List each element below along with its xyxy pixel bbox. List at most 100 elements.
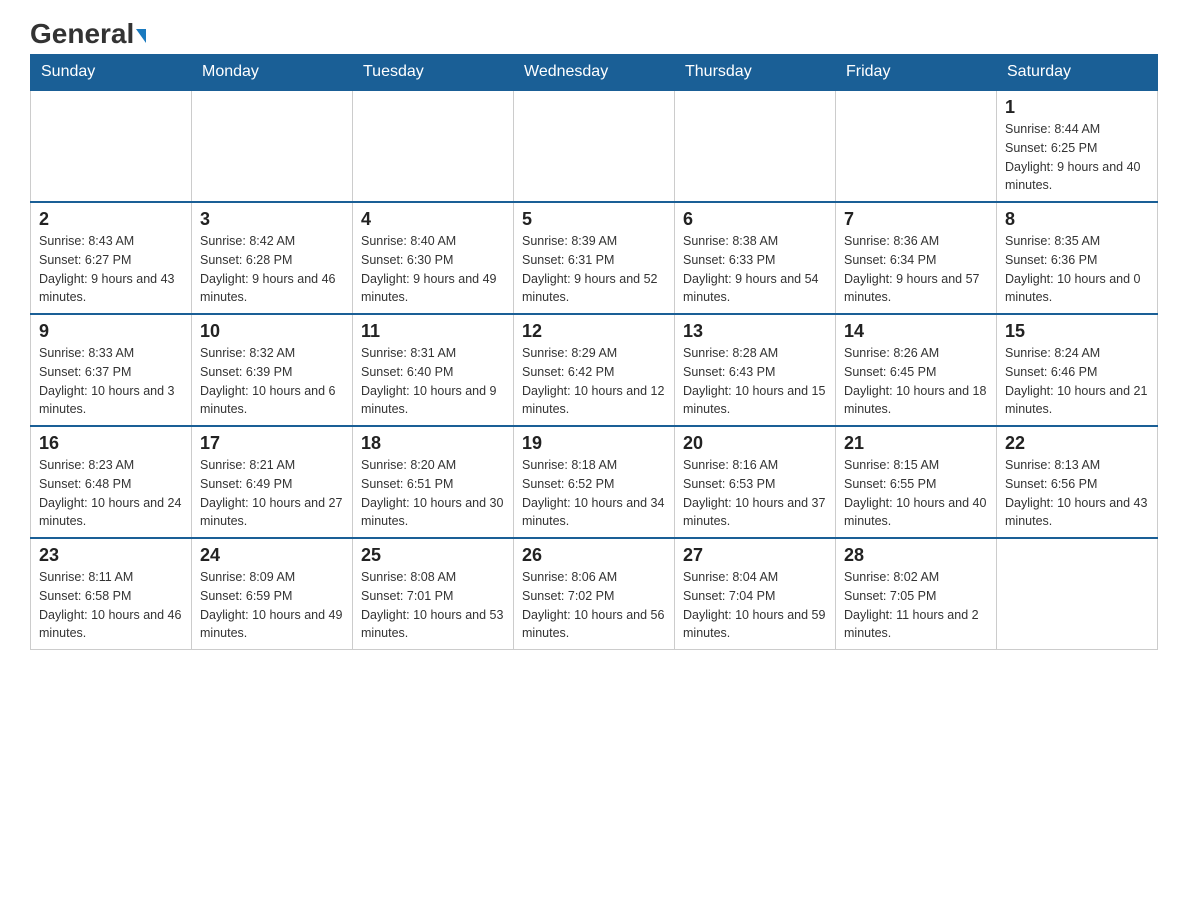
day-number: 18 <box>361 433 505 454</box>
week-row-4: 16Sunrise: 8:23 AMSunset: 6:48 PMDayligh… <box>31 426 1158 538</box>
weekday-header-row: SundayMondayTuesdayWednesdayThursdayFrid… <box>31 55 1158 91</box>
day-number: 11 <box>361 321 505 342</box>
day-info: Sunrise: 8:16 AMSunset: 6:53 PMDaylight:… <box>683 456 827 531</box>
day-info: Sunrise: 8:44 AMSunset: 6:25 PMDaylight:… <box>1005 120 1149 195</box>
day-info: Sunrise: 8:20 AMSunset: 6:51 PMDaylight:… <box>361 456 505 531</box>
calendar-cell: 3Sunrise: 8:42 AMSunset: 6:28 PMDaylight… <box>192 202 353 314</box>
day-number: 7 <box>844 209 988 230</box>
day-info: Sunrise: 8:35 AMSunset: 6:36 PMDaylight:… <box>1005 232 1149 307</box>
calendar-cell: 15Sunrise: 8:24 AMSunset: 6:46 PMDayligh… <box>997 314 1158 426</box>
calendar-cell: 24Sunrise: 8:09 AMSunset: 6:59 PMDayligh… <box>192 538 353 650</box>
day-info: Sunrise: 8:02 AMSunset: 7:05 PMDaylight:… <box>844 568 988 643</box>
calendar-cell: 26Sunrise: 8:06 AMSunset: 7:02 PMDayligh… <box>514 538 675 650</box>
calendar-cell <box>353 90 514 202</box>
calendar-cell: 14Sunrise: 8:26 AMSunset: 6:45 PMDayligh… <box>836 314 997 426</box>
day-info: Sunrise: 8:26 AMSunset: 6:45 PMDaylight:… <box>844 344 988 419</box>
day-number: 17 <box>200 433 344 454</box>
day-info: Sunrise: 8:11 AMSunset: 6:58 PMDaylight:… <box>39 568 183 643</box>
logo-line1: General <box>30 20 146 48</box>
logo: General <box>30 20 146 44</box>
calendar-cell: 10Sunrise: 8:32 AMSunset: 6:39 PMDayligh… <box>192 314 353 426</box>
day-number: 3 <box>200 209 344 230</box>
calendar-cell <box>514 90 675 202</box>
weekday-header-wednesday: Wednesday <box>514 55 675 91</box>
day-info: Sunrise: 8:32 AMSunset: 6:39 PMDaylight:… <box>200 344 344 419</box>
day-number: 12 <box>522 321 666 342</box>
day-info: Sunrise: 8:23 AMSunset: 6:48 PMDaylight:… <box>39 456 183 531</box>
calendar-table: SundayMondayTuesdayWednesdayThursdayFrid… <box>30 54 1158 650</box>
week-row-5: 23Sunrise: 8:11 AMSunset: 6:58 PMDayligh… <box>31 538 1158 650</box>
calendar-cell: 1Sunrise: 8:44 AMSunset: 6:25 PMDaylight… <box>997 90 1158 202</box>
calendar-cell <box>192 90 353 202</box>
day-info: Sunrise: 8:29 AMSunset: 6:42 PMDaylight:… <box>522 344 666 419</box>
calendar-cell: 12Sunrise: 8:29 AMSunset: 6:42 PMDayligh… <box>514 314 675 426</box>
weekday-header-thursday: Thursday <box>675 55 836 91</box>
day-number: 27 <box>683 545 827 566</box>
day-info: Sunrise: 8:39 AMSunset: 6:31 PMDaylight:… <box>522 232 666 307</box>
calendar-cell: 8Sunrise: 8:35 AMSunset: 6:36 PMDaylight… <box>997 202 1158 314</box>
day-number: 23 <box>39 545 183 566</box>
weekday-header-sunday: Sunday <box>31 55 192 91</box>
calendar-cell: 25Sunrise: 8:08 AMSunset: 7:01 PMDayligh… <box>353 538 514 650</box>
calendar-cell: 2Sunrise: 8:43 AMSunset: 6:27 PMDaylight… <box>31 202 192 314</box>
day-number: 28 <box>844 545 988 566</box>
logo-triangle-icon <box>136 29 146 43</box>
day-number: 16 <box>39 433 183 454</box>
week-row-2: 2Sunrise: 8:43 AMSunset: 6:27 PMDaylight… <box>31 202 1158 314</box>
weekday-header-saturday: Saturday <box>997 55 1158 91</box>
day-number: 8 <box>1005 209 1149 230</box>
calendar-cell: 19Sunrise: 8:18 AMSunset: 6:52 PMDayligh… <box>514 426 675 538</box>
calendar-cell: 4Sunrise: 8:40 AMSunset: 6:30 PMDaylight… <box>353 202 514 314</box>
day-number: 5 <box>522 209 666 230</box>
day-info: Sunrise: 8:15 AMSunset: 6:55 PMDaylight:… <box>844 456 988 531</box>
day-info: Sunrise: 8:13 AMSunset: 6:56 PMDaylight:… <box>1005 456 1149 531</box>
day-number: 21 <box>844 433 988 454</box>
page-header: General <box>30 20 1158 44</box>
day-info: Sunrise: 8:43 AMSunset: 6:27 PMDaylight:… <box>39 232 183 307</box>
week-row-3: 9Sunrise: 8:33 AMSunset: 6:37 PMDaylight… <box>31 314 1158 426</box>
calendar-cell: 11Sunrise: 8:31 AMSunset: 6:40 PMDayligh… <box>353 314 514 426</box>
day-number: 13 <box>683 321 827 342</box>
weekday-header-tuesday: Tuesday <box>353 55 514 91</box>
calendar-cell: 23Sunrise: 8:11 AMSunset: 6:58 PMDayligh… <box>31 538 192 650</box>
calendar-cell <box>675 90 836 202</box>
day-info: Sunrise: 8:24 AMSunset: 6:46 PMDaylight:… <box>1005 344 1149 419</box>
day-info: Sunrise: 8:36 AMSunset: 6:34 PMDaylight:… <box>844 232 988 307</box>
day-info: Sunrise: 8:21 AMSunset: 6:49 PMDaylight:… <box>200 456 344 531</box>
calendar-cell: 28Sunrise: 8:02 AMSunset: 7:05 PMDayligh… <box>836 538 997 650</box>
week-row-1: 1Sunrise: 8:44 AMSunset: 6:25 PMDaylight… <box>31 90 1158 202</box>
day-number: 24 <box>200 545 344 566</box>
day-info: Sunrise: 8:08 AMSunset: 7:01 PMDaylight:… <box>361 568 505 643</box>
day-number: 6 <box>683 209 827 230</box>
day-number: 22 <box>1005 433 1149 454</box>
day-info: Sunrise: 8:40 AMSunset: 6:30 PMDaylight:… <box>361 232 505 307</box>
calendar-cell: 6Sunrise: 8:38 AMSunset: 6:33 PMDaylight… <box>675 202 836 314</box>
calendar-cell: 27Sunrise: 8:04 AMSunset: 7:04 PMDayligh… <box>675 538 836 650</box>
weekday-header-monday: Monday <box>192 55 353 91</box>
calendar-cell: 20Sunrise: 8:16 AMSunset: 6:53 PMDayligh… <box>675 426 836 538</box>
calendar-cell <box>836 90 997 202</box>
day-number: 25 <box>361 545 505 566</box>
day-info: Sunrise: 8:42 AMSunset: 6:28 PMDaylight:… <box>200 232 344 307</box>
day-info: Sunrise: 8:18 AMSunset: 6:52 PMDaylight:… <box>522 456 666 531</box>
day-number: 9 <box>39 321 183 342</box>
day-info: Sunrise: 8:09 AMSunset: 6:59 PMDaylight:… <box>200 568 344 643</box>
calendar-cell: 22Sunrise: 8:13 AMSunset: 6:56 PMDayligh… <box>997 426 1158 538</box>
calendar-cell <box>997 538 1158 650</box>
day-number: 2 <box>39 209 183 230</box>
day-number: 15 <box>1005 321 1149 342</box>
calendar-cell <box>31 90 192 202</box>
day-info: Sunrise: 8:28 AMSunset: 6:43 PMDaylight:… <box>683 344 827 419</box>
calendar-cell: 13Sunrise: 8:28 AMSunset: 6:43 PMDayligh… <box>675 314 836 426</box>
calendar-cell: 21Sunrise: 8:15 AMSunset: 6:55 PMDayligh… <box>836 426 997 538</box>
day-info: Sunrise: 8:33 AMSunset: 6:37 PMDaylight:… <box>39 344 183 419</box>
calendar-cell: 16Sunrise: 8:23 AMSunset: 6:48 PMDayligh… <box>31 426 192 538</box>
calendar-cell: 17Sunrise: 8:21 AMSunset: 6:49 PMDayligh… <box>192 426 353 538</box>
day-number: 1 <box>1005 97 1149 118</box>
calendar-cell: 5Sunrise: 8:39 AMSunset: 6:31 PMDaylight… <box>514 202 675 314</box>
weekday-header-friday: Friday <box>836 55 997 91</box>
day-info: Sunrise: 8:04 AMSunset: 7:04 PMDaylight:… <box>683 568 827 643</box>
day-info: Sunrise: 8:06 AMSunset: 7:02 PMDaylight:… <box>522 568 666 643</box>
day-info: Sunrise: 8:38 AMSunset: 6:33 PMDaylight:… <box>683 232 827 307</box>
calendar-cell: 18Sunrise: 8:20 AMSunset: 6:51 PMDayligh… <box>353 426 514 538</box>
